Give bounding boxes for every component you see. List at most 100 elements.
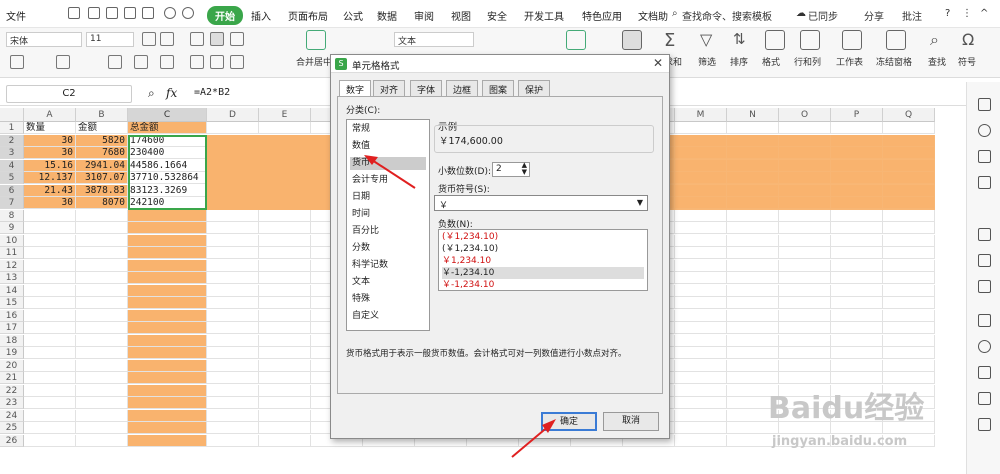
settings-icon[interactable] [978,418,991,431]
cell-q6[interactable] [883,184,935,197]
cell-a7[interactable]: 30 [24,197,76,209]
cell-a6[interactable]: 21.43 [24,184,76,197]
cell-p11[interactable] [831,247,883,259]
cell-m25[interactable] [675,422,727,434]
cell-c2[interactable]: 174600 [128,134,207,147]
negative-format-item[interactable]: ￥1,234.10 [442,255,644,267]
merge-center-icon[interactable] [306,30,326,50]
cell-e10[interactable] [259,234,311,247]
align-top-icon[interactable] [190,32,204,46]
cell-p3[interactable] [831,147,883,159]
collapse-ribbon-icon[interactable]: ^ [980,8,988,19]
negative-format-item[interactable]: (￥1,234.10) [442,243,644,255]
cell-a21[interactable] [24,372,76,384]
cell-a12[interactable] [24,259,76,272]
font-name-select[interactable]: 宋体 [6,32,82,47]
row-header-15[interactable]: 15 [0,297,24,309]
help-button[interactable]: ? [945,8,950,19]
annotate-button[interactable]: 批注 [902,8,922,23]
cell-c3[interactable]: 230400 [128,147,207,159]
cell-e18[interactable] [259,334,311,347]
cell-c21[interactable] [128,372,207,384]
spinner-arrows-icon[interactable]: ▲ ▼ [522,162,527,176]
cell-e14[interactable] [259,284,311,297]
row-header-5[interactable]: 5 [0,172,24,184]
cell-o14[interactable] [779,284,831,297]
cell-q12[interactable] [883,259,935,272]
print-preview-icon[interactable] [142,7,154,19]
column-header-c[interactable]: C [128,108,207,122]
cell-a23[interactable] [24,397,76,409]
find-icon[interactable]: ⌕ [930,30,950,50]
tab-protection[interactable]: 保护 [518,80,551,96]
row-header-17[interactable]: 17 [0,322,24,334]
cell-m1[interactable] [675,122,727,134]
cell-m3[interactable] [675,147,727,159]
tab-number[interactable]: 数字 [339,80,372,97]
tab-insert[interactable]: 插入 [251,8,271,23]
cell-c9[interactable] [128,222,207,234]
format-icon[interactable] [765,30,785,50]
select-all-corner[interactable] [0,108,24,122]
cell-b25[interactable] [76,422,128,434]
cell-q10[interactable] [883,234,935,247]
negative-number-list[interactable]: (￥1,234.10) (￥1,234.10) ￥1,234.10 ￥-1,234.1… [438,229,648,291]
cell-d7[interactable] [207,197,259,209]
column-header-q[interactable]: Q [883,108,935,122]
print-icon[interactable] [124,7,136,19]
cell-o17[interactable] [779,322,831,334]
cell-b7[interactable]: 8070 [76,197,128,209]
cell-c13[interactable] [128,272,207,284]
freeze-label[interactable]: 冻结窗格 [876,55,912,68]
cell-a1[interactable]: 数量 [24,122,76,134]
cell-c10[interactable] [128,234,207,247]
save-as-icon[interactable] [106,7,118,19]
image-icon[interactable] [978,254,991,267]
cell-n14[interactable] [727,284,779,297]
border-icon[interactable] [56,55,70,69]
cell-d10[interactable] [207,234,259,247]
document-icon[interactable] [978,314,991,327]
cell-d23[interactable] [207,397,259,409]
row-col-icon[interactable] [800,30,820,50]
category-item[interactable]: 自定义 [350,310,426,323]
cell-p17[interactable] [831,322,883,334]
cell-m12[interactable] [675,259,727,272]
cell-a5[interactable]: 12.137 [24,172,76,184]
cell-c14[interactable] [128,284,207,297]
category-item[interactable]: 常规 [350,123,426,136]
cell-p6[interactable] [831,184,883,197]
column-header-o[interactable]: O [779,108,831,122]
tab-font[interactable]: 字体 [410,80,443,96]
cell-n20[interactable] [727,359,779,372]
cell-o1[interactable] [779,122,831,134]
row-header-2[interactable]: 2 [0,134,24,147]
cell-b22[interactable] [76,384,128,397]
cell-b10[interactable] [76,234,128,247]
grid-icon[interactable] [978,228,991,241]
number-format-select[interactable]: 文本 [394,32,474,47]
cell-a3[interactable]: 30 [24,147,76,159]
cell-b17[interactable] [76,322,128,334]
font-color-icon[interactable] [134,55,148,69]
column-header-b[interactable]: B [76,108,128,122]
cell-d16[interactable] [207,309,259,322]
row-col-label[interactable]: 行和列 [794,55,821,68]
cell-c16[interactable] [128,309,207,322]
cell-e12[interactable] [259,259,311,272]
tab-doc-assistant[interactable]: 文档助 [638,8,668,23]
tab-page-layout[interactable]: 页面布局 [288,8,328,23]
cell-b26[interactable] [76,434,128,447]
merge-center-label[interactable]: 合并居中 [296,55,332,68]
cell-d11[interactable] [207,247,259,259]
clock-icon[interactable] [978,340,991,353]
negative-format-item[interactable]: ￥-1,234.10 [442,267,644,279]
category-item[interactable]: 百分比 [350,225,426,238]
cell-b14[interactable] [76,284,128,297]
cell-d4[interactable] [207,159,259,172]
cell-format-icon[interactable] [622,30,642,50]
cell-b5[interactable]: 3107.07 [76,172,128,184]
category-item[interactable]: 数值 [350,140,426,153]
cell-e1[interactable] [259,122,311,134]
tab-view[interactable]: 视图 [451,8,471,23]
